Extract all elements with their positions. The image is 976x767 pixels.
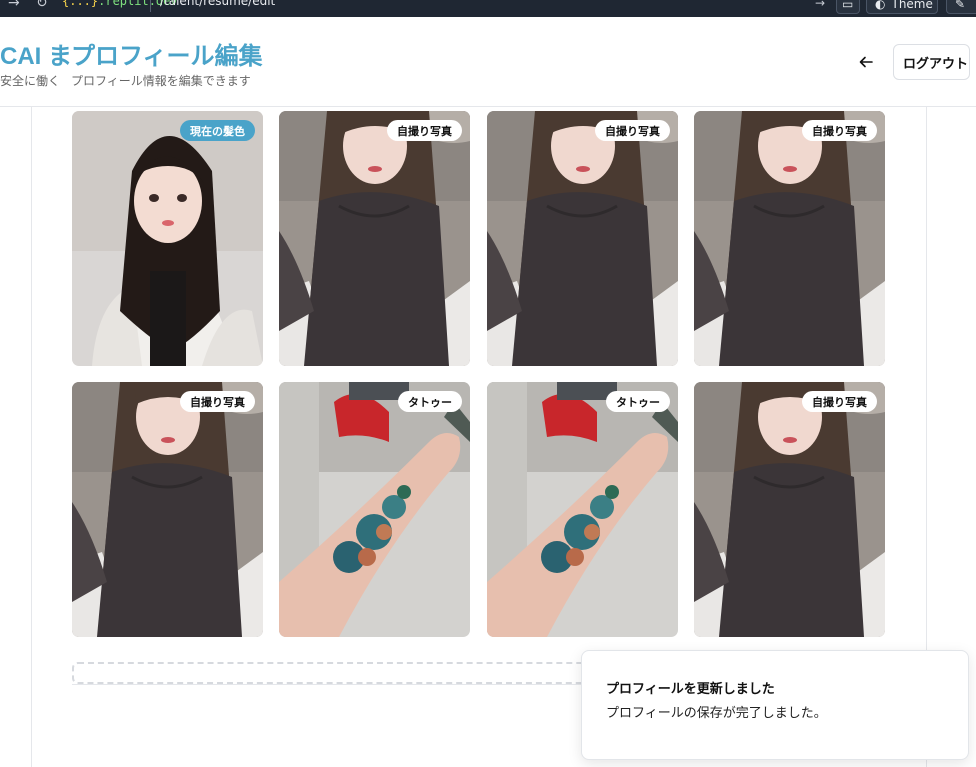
wrench-icon: ✎ (955, 0, 966, 11)
devices-button[interactable]: ▭ (836, 0, 860, 14)
photo-image (72, 382, 263, 637)
browser-toolbar: → ↻ {...}.replit.dev /talent/resume/edit… (0, 0, 976, 17)
photo-card[interactable]: 自撮り写真 (279, 111, 470, 366)
photo-category-badge: 自撮り写真 (802, 391, 877, 412)
section-divider (72, 684, 586, 685)
photo-image (72, 111, 263, 366)
monitor-icon: ▭ (842, 0, 854, 11)
photo-category-badge: 自撮り写真 (595, 120, 670, 141)
toast-description: プロフィールの保存が完了しました。 (606, 705, 827, 720)
photo-card[interactable]: タトゥー (487, 382, 678, 637)
photo-card[interactable]: 自撮り写真 (72, 382, 263, 637)
photo-category-badge: タトゥー (398, 391, 462, 412)
photo-image (487, 111, 678, 366)
brand-logo[interactable]: CAI ま (0, 36, 72, 71)
url-separator (150, 0, 151, 12)
page-header: CAI ま 安全に働くた プロフィール編集 プロフィール情報を編集できます ログ… (0, 17, 976, 107)
photo-card[interactable]: 自撮り写真 (694, 111, 885, 366)
photo-image (694, 382, 885, 637)
photo-upload-dropzone[interactable] (72, 662, 632, 684)
arrow-right-icon[interactable]: → (815, 0, 825, 10)
brand-tagline: 安全に働くた (0, 74, 58, 88)
photo-card[interactable]: 自撮り写真 (487, 111, 678, 366)
photo-card[interactable]: 自撮り写真 (694, 382, 885, 637)
photo-category-badge: タトゥー (606, 391, 670, 412)
forward-icon[interactable]: → (8, 0, 20, 11)
toast-notification: プロフィールを更新しました プロフィールの保存が完了しました。 (581, 650, 969, 760)
arrow-left-icon (859, 56, 873, 68)
theme-button[interactable]: ◐ Theme (866, 0, 938, 14)
palette-icon: ◐ (875, 0, 886, 11)
logout-button[interactable]: ログアウト (893, 44, 970, 80)
url-path[interactable]: /talent/resume/edit (160, 0, 275, 8)
photo-card[interactable]: タトゥー (279, 382, 470, 637)
toast-title: プロフィールを更新しました (606, 681, 775, 696)
photo-card[interactable]: 現在の髪色 (72, 111, 263, 366)
back-button[interactable] (851, 47, 881, 77)
photo-category-badge: 自撮り写真 (387, 120, 462, 141)
photo-image (279, 382, 470, 637)
tools-button[interactable]: ✎ (946, 0, 976, 14)
reload-icon[interactable]: ↻ (36, 0, 48, 11)
photo-image (694, 111, 885, 366)
photo-image (279, 111, 470, 366)
page-title: プロフィール編集 (71, 43, 263, 70)
photo-category-badge: 自撮り写真 (802, 120, 877, 141)
page-subtitle: プロフィール情報を編集できます (71, 74, 251, 88)
photo-image (487, 382, 678, 637)
photo-category-badge: 現在の髪色 (180, 120, 255, 141)
photo-category-badge: 自撮り写真 (180, 391, 255, 412)
